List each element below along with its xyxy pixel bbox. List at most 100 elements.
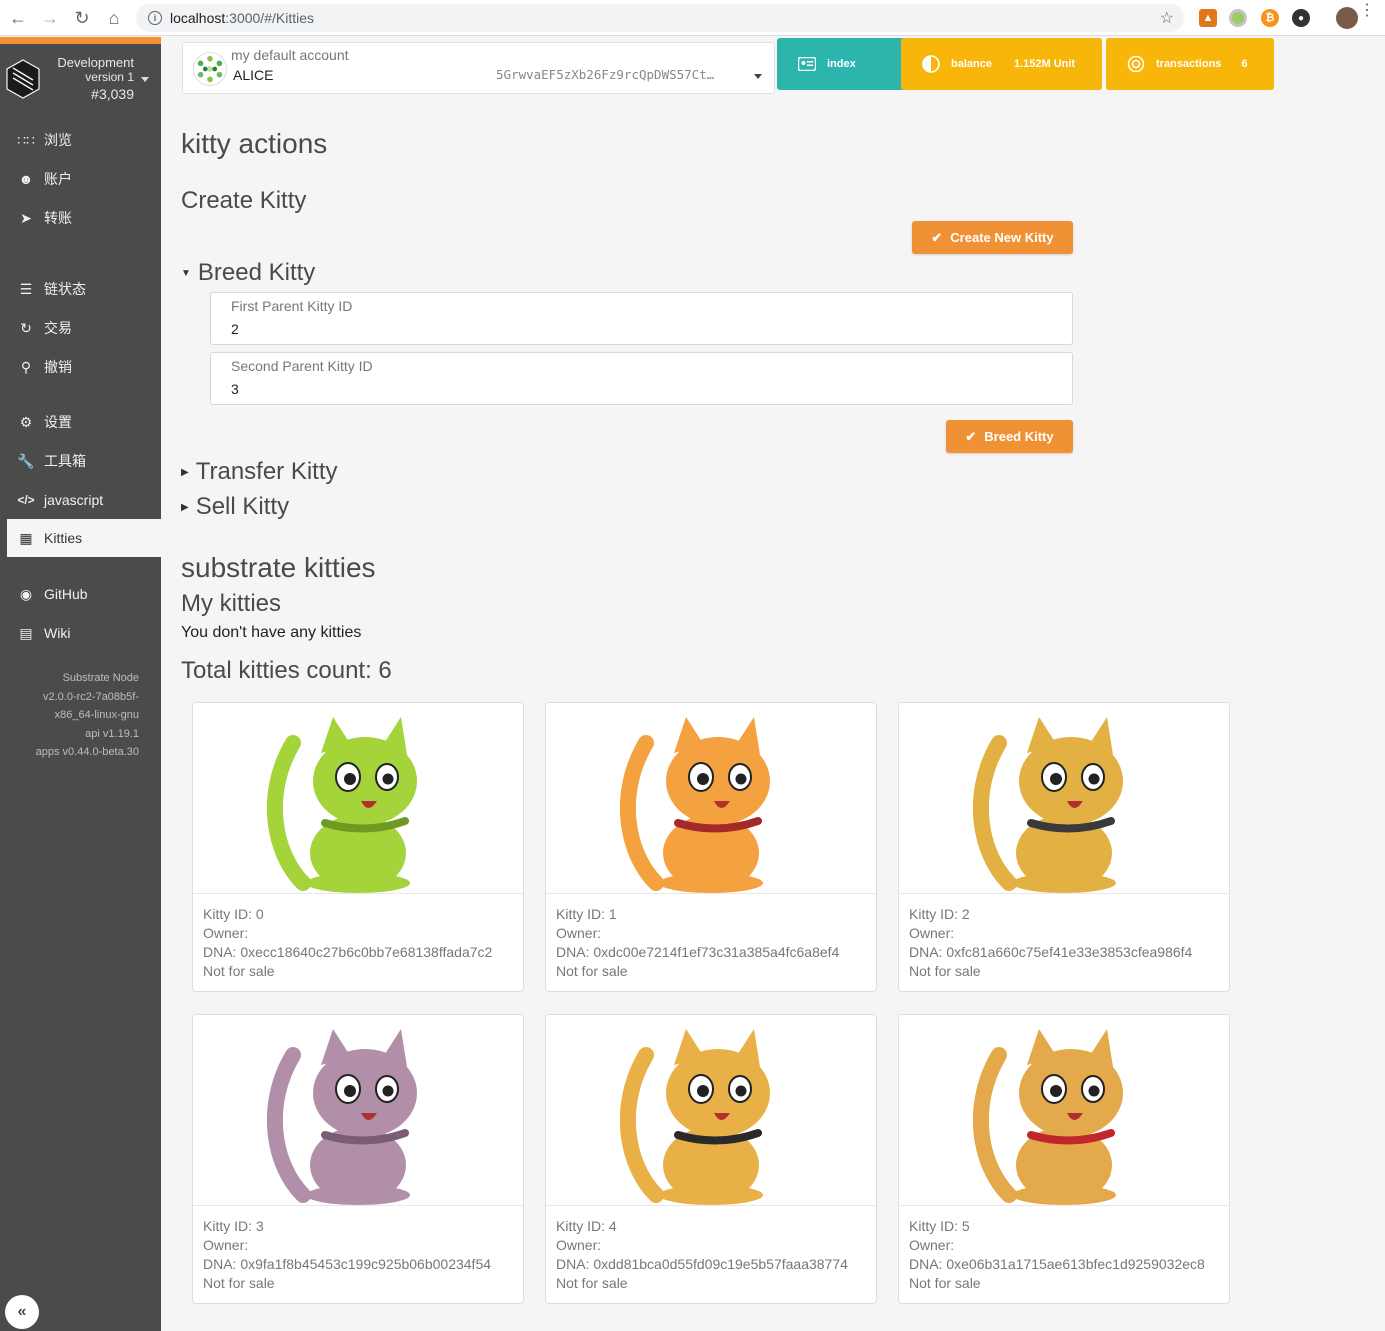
back-icon[interactable]: ←	[2, 0, 34, 36]
kitty-sale-status: Not for sale	[556, 1275, 628, 1291]
first-parent-field[interactable]: First Parent Kitty ID 2	[210, 292, 1073, 345]
kitty-dna: DNA: 0xdc00e7214f1ef73c31a385a4fc6a8ef4	[556, 944, 840, 960]
sidebar-item-chainstate[interactable]: ☰ 链状态	[7, 270, 161, 308]
my-kitties-heading: My kitties	[181, 590, 282, 617]
breed-kitty-button[interactable]: ✔ Breed Kitty	[946, 420, 1073, 453]
sidebar-item-sudo[interactable]: ⚲ 撤销	[7, 348, 161, 386]
bookmark-star-icon[interactable]: ☆	[1160, 8, 1174, 28]
second-parent-field[interactable]: Second Parent Kitty ID 3	[210, 352, 1073, 405]
kitty-image-frame	[193, 703, 523, 894]
transactions-button[interactable]: transactions 6	[1106, 38, 1274, 90]
sidebar-item-javascript[interactable]: </> javascript	[7, 481, 161, 519]
extension-bell-icon[interactable]: ●	[1292, 9, 1310, 27]
unlock-icon: ⚲	[20, 358, 32, 375]
database-icon: ☰	[19, 280, 33, 297]
create-new-kitty-label: Create New Kitty	[950, 230, 1054, 245]
account-address: 5GrwvaEF5zXb26Fz9rcQpDWS57Ct…	[496, 67, 715, 82]
kitty-card[interactable]: Kitty ID: 2 Owner: DNA: 0xfc81a660c75ef41e…	[898, 702, 1230, 992]
page-title: kitty actions	[181, 128, 328, 159]
home-icon[interactable]: ⌂	[98, 0, 130, 36]
check-icon: ✔	[965, 428, 977, 444]
address-bar[interactable]: i localhost:3000/#/Kitties ☆	[136, 4, 1184, 32]
extension-bitcoin-icon[interactable]: ₿	[1261, 9, 1279, 27]
kitty-card[interactable]: Kitty ID: 4 Owner: DNA: 0xdd81bca0d55fd09c…	[545, 1014, 877, 1304]
sidebar-item-label: Wiki	[44, 625, 71, 641]
transfer-kitty-toggle[interactable]: ▶ Transfer Kitty	[181, 458, 338, 486]
kitty-id: Kitty ID: 1	[556, 906, 617, 922]
sidebar-item-accounts[interactable]: ☻ 账户	[7, 160, 161, 198]
extension-green-icon[interactable]	[1229, 9, 1247, 27]
reload-icon[interactable]: ↻	[66, 0, 98, 36]
breed-kitty-toggle[interactable]: ▼ Breed Kitty	[181, 259, 315, 287]
create-new-kitty-button[interactable]: ✔ Create New Kitty	[912, 221, 1073, 254]
kitty-owner: Owner:	[909, 1237, 955, 1253]
kitty-dna: DNA: 0xe06b31a1715ae613bfec1d9259032ec8	[909, 1256, 1205, 1272]
balance-button[interactable]: balance 1.152M Unit	[901, 38, 1102, 90]
first-parent-input[interactable]: 2	[231, 321, 239, 337]
first-parent-label: First Parent Kitty ID	[231, 298, 353, 314]
send-icon: ➤	[20, 209, 32, 226]
chain-dropdown-icon[interactable]	[141, 77, 149, 82]
kitty-card[interactable]: Kitty ID: 5 Owner: DNA: 0xe06b31a1715ae613…	[898, 1014, 1230, 1304]
sidebar-item-github[interactable]: ◉ GitHub	[7, 575, 161, 613]
kitty-dna: DNA: 0x9fa1f8b45453c199c925b06b00234f54	[203, 1256, 492, 1272]
kitty-card[interactable]: Kitty ID: 1 Owner: DNA: 0xdc00e7214f1ef73c…	[545, 702, 877, 992]
sidebar-item-kitties[interactable]: ▦ Kitties	[7, 519, 161, 557]
identicon-avatar	[193, 52, 227, 86]
site-info-icon[interactable]: i	[148, 11, 162, 25]
account-dropdown-icon[interactable]	[754, 74, 762, 79]
sidebar-item-toolbox[interactable]: 🔧 工具箱	[7, 442, 161, 480]
kitty-id: Kitty ID: 0	[203, 906, 264, 922]
caret-right-icon: ▶	[181, 466, 189, 478]
kitty-sale-status: Not for sale	[909, 963, 981, 979]
api-version: api v1.19.1	[85, 727, 139, 740]
browser-menu-icon[interactable]: ⋮	[1359, 3, 1375, 19]
substrate-logo[interactable]	[5, 59, 41, 99]
target-icon	[1126, 54, 1146, 74]
kitty-card[interactable]: Kitty ID: 0 Owner: DNA: 0xecc18640c27b6c0b…	[192, 702, 524, 992]
github-icon: ◉	[19, 585, 33, 602]
code-icon: </>	[17, 493, 35, 507]
sidebar-item-label: GitHub	[44, 586, 88, 602]
profile-avatar[interactable]	[1336, 7, 1358, 29]
forward-icon[interactable]: →	[34, 0, 66, 36]
kitty-image-frame	[193, 1015, 523, 1206]
sidebar-item-label: 浏览	[44, 132, 72, 148]
check-icon: ✔	[931, 229, 943, 245]
transfer-kitty-heading: Transfer Kitty	[195, 458, 338, 485]
sidebar-item-settings[interactable]: ⚙ 设置	[7, 403, 161, 441]
browser-toolbar: ← → ↻ ⌂ i localhost:3000/#/Kitties ☆ ▲ ₿…	[0, 0, 1385, 36]
sidebar-item-wiki[interactable]: ▤ Wiki	[7, 614, 161, 652]
kitty-dna: DNA: 0xecc18640c27b6c0bb7e68138ffada7c2	[203, 944, 493, 960]
metamask-extension-icon[interactable]: ▲	[1199, 9, 1217, 27]
kitty-image-frame	[546, 1015, 876, 1206]
kitty-sale-status: Not for sale	[203, 1275, 275, 1291]
total-kitties-count: Total kitties count: 6	[181, 657, 392, 684]
breed-kitty-heading: Breed Kitty	[197, 259, 316, 286]
create-kitty-heading: Create Kitty	[181, 187, 307, 214]
second-parent-label: Second Parent Kitty ID	[231, 358, 373, 374]
sidebar-item-label: 链状态	[44, 281, 86, 297]
wrench-icon: 🔧	[17, 452, 35, 469]
sidebar-item-explorer[interactable]: ∷∷ 浏览	[7, 121, 161, 159]
kitty-illustration	[972, 1029, 1123, 1205]
collapse-sidebar-button[interactable]: «	[5, 1295, 39, 1329]
sidebar-item-extrinsics[interactable]: ↻ 交易	[7, 309, 161, 347]
sidebar-item-label: 工具箱	[44, 453, 86, 469]
account-selector[interactable]: my default account ALICE 5GrwvaEF5zXb26F…	[182, 42, 775, 94]
node-name: Substrate Node	[62, 672, 139, 684]
sidebar-item-label: Kitties	[44, 530, 83, 546]
kitty-info: Kitty ID: 2 Owner: DNA: 0xfc81a660c75ef41e…	[909, 905, 1192, 981]
best-block: #3,039	[91, 86, 134, 102]
settings-icon: ⚙	[19, 413, 33, 430]
kitty-card[interactable]: Kitty ID: 3 Owner: DNA: 0x9fa1f8b45453c199…	[192, 1014, 524, 1304]
sell-kitty-toggle[interactable]: ▶ Sell Kitty	[181, 493, 289, 521]
id-card-icon	[797, 54, 817, 74]
half-circle-icon	[921, 54, 941, 74]
breed-kitty-label: Breed Kitty	[984, 429, 1054, 444]
balance-label: balance	[951, 58, 992, 70]
chain-info[interactable]: Development version 1 #3,039	[57, 55, 134, 102]
sidebar-item-transfer[interactable]: ➤ 转账	[7, 199, 161, 237]
second-parent-input[interactable]: 3	[231, 381, 239, 397]
kitty-illustration	[619, 717, 770, 893]
